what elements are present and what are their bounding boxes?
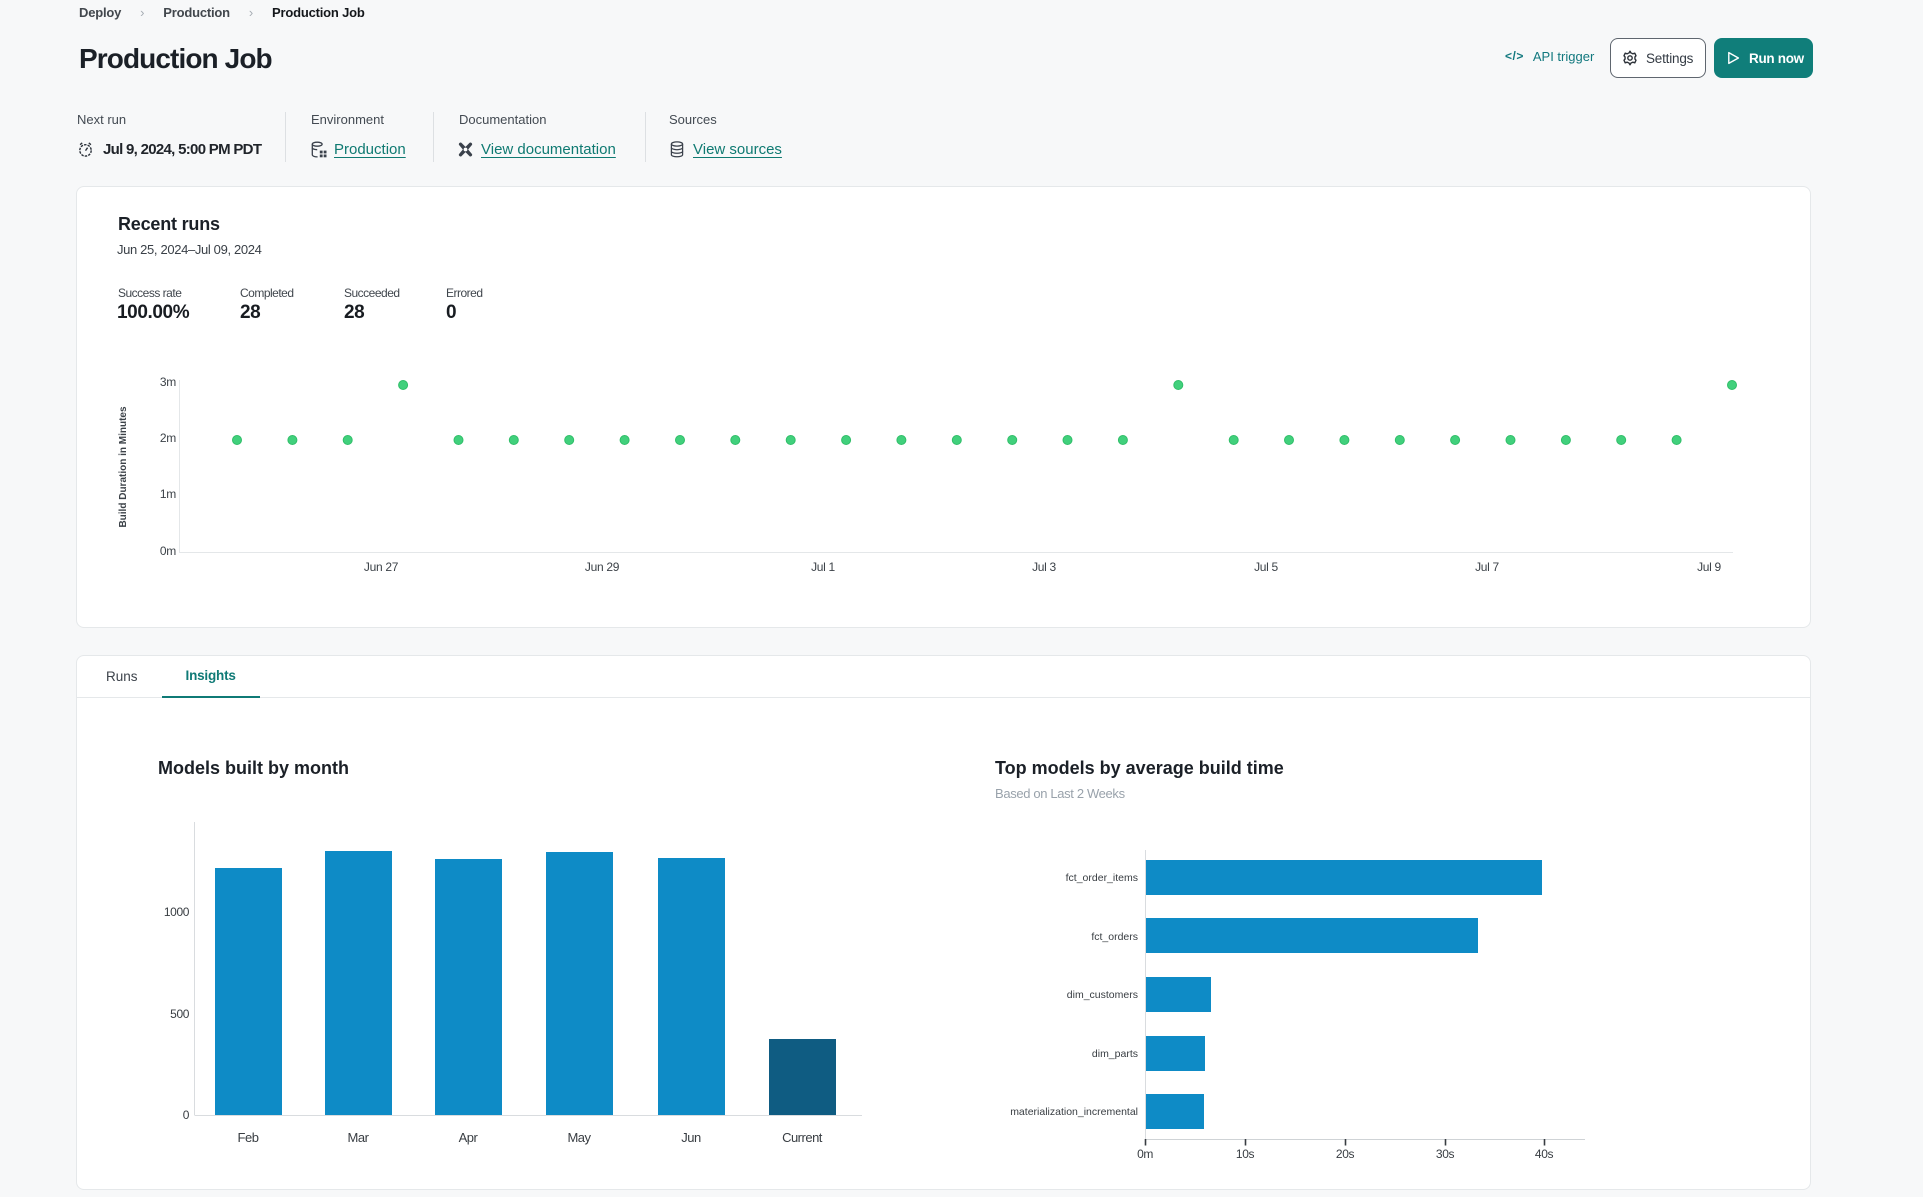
svg-text:40s: 40s — [1535, 1147, 1554, 1161]
svg-text:Jun 29: Jun 29 — [585, 560, 620, 574]
svg-text:Mar: Mar — [348, 1130, 370, 1145]
svg-text:Apr: Apr — [459, 1130, 479, 1145]
svg-text:Jul 7: Jul 7 — [1475, 560, 1499, 574]
svg-text:Jul 9: Jul 9 — [1697, 560, 1721, 574]
svg-text:May: May — [567, 1130, 591, 1145]
svg-text:1000: 1000 — [164, 905, 190, 919]
svg-text:0: 0 — [183, 1108, 190, 1122]
svg-text:0m: 0m — [160, 544, 176, 558]
svg-text:fct_order_items: fct_order_items — [1066, 872, 1138, 884]
svg-text:Jul 3: Jul 3 — [1032, 560, 1056, 574]
svg-text:Build Duration in Minutes: Build Duration in Minutes — [118, 406, 129, 528]
svg-text:Jul 5: Jul 5 — [1254, 560, 1278, 574]
svg-text:20s: 20s — [1336, 1147, 1355, 1161]
svg-text:10s: 10s — [1236, 1147, 1255, 1161]
svg-text:Jun: Jun — [681, 1130, 701, 1145]
svg-text:2m: 2m — [160, 431, 176, 445]
svg-text:Jul 1: Jul 1 — [811, 560, 835, 574]
svg-text:3m: 3m — [160, 375, 176, 389]
svg-text:1m: 1m — [160, 487, 176, 501]
svg-text:Feb: Feb — [238, 1130, 259, 1145]
svg-text:30s: 30s — [1436, 1147, 1455, 1161]
svg-text:500: 500 — [170, 1007, 190, 1021]
svg-text:fct_orders: fct_orders — [1091, 931, 1138, 943]
svg-text:dim_parts: dim_parts — [1092, 1048, 1138, 1060]
svg-text:materialization_incremental: materialization_incremental — [1010, 1106, 1138, 1118]
svg-text:0m: 0m — [1137, 1147, 1153, 1161]
svg-text:Jun 27: Jun 27 — [364, 560, 399, 574]
svg-text:Current: Current — [782, 1130, 823, 1145]
svg-text:dim_customers: dim_customers — [1067, 989, 1138, 1001]
